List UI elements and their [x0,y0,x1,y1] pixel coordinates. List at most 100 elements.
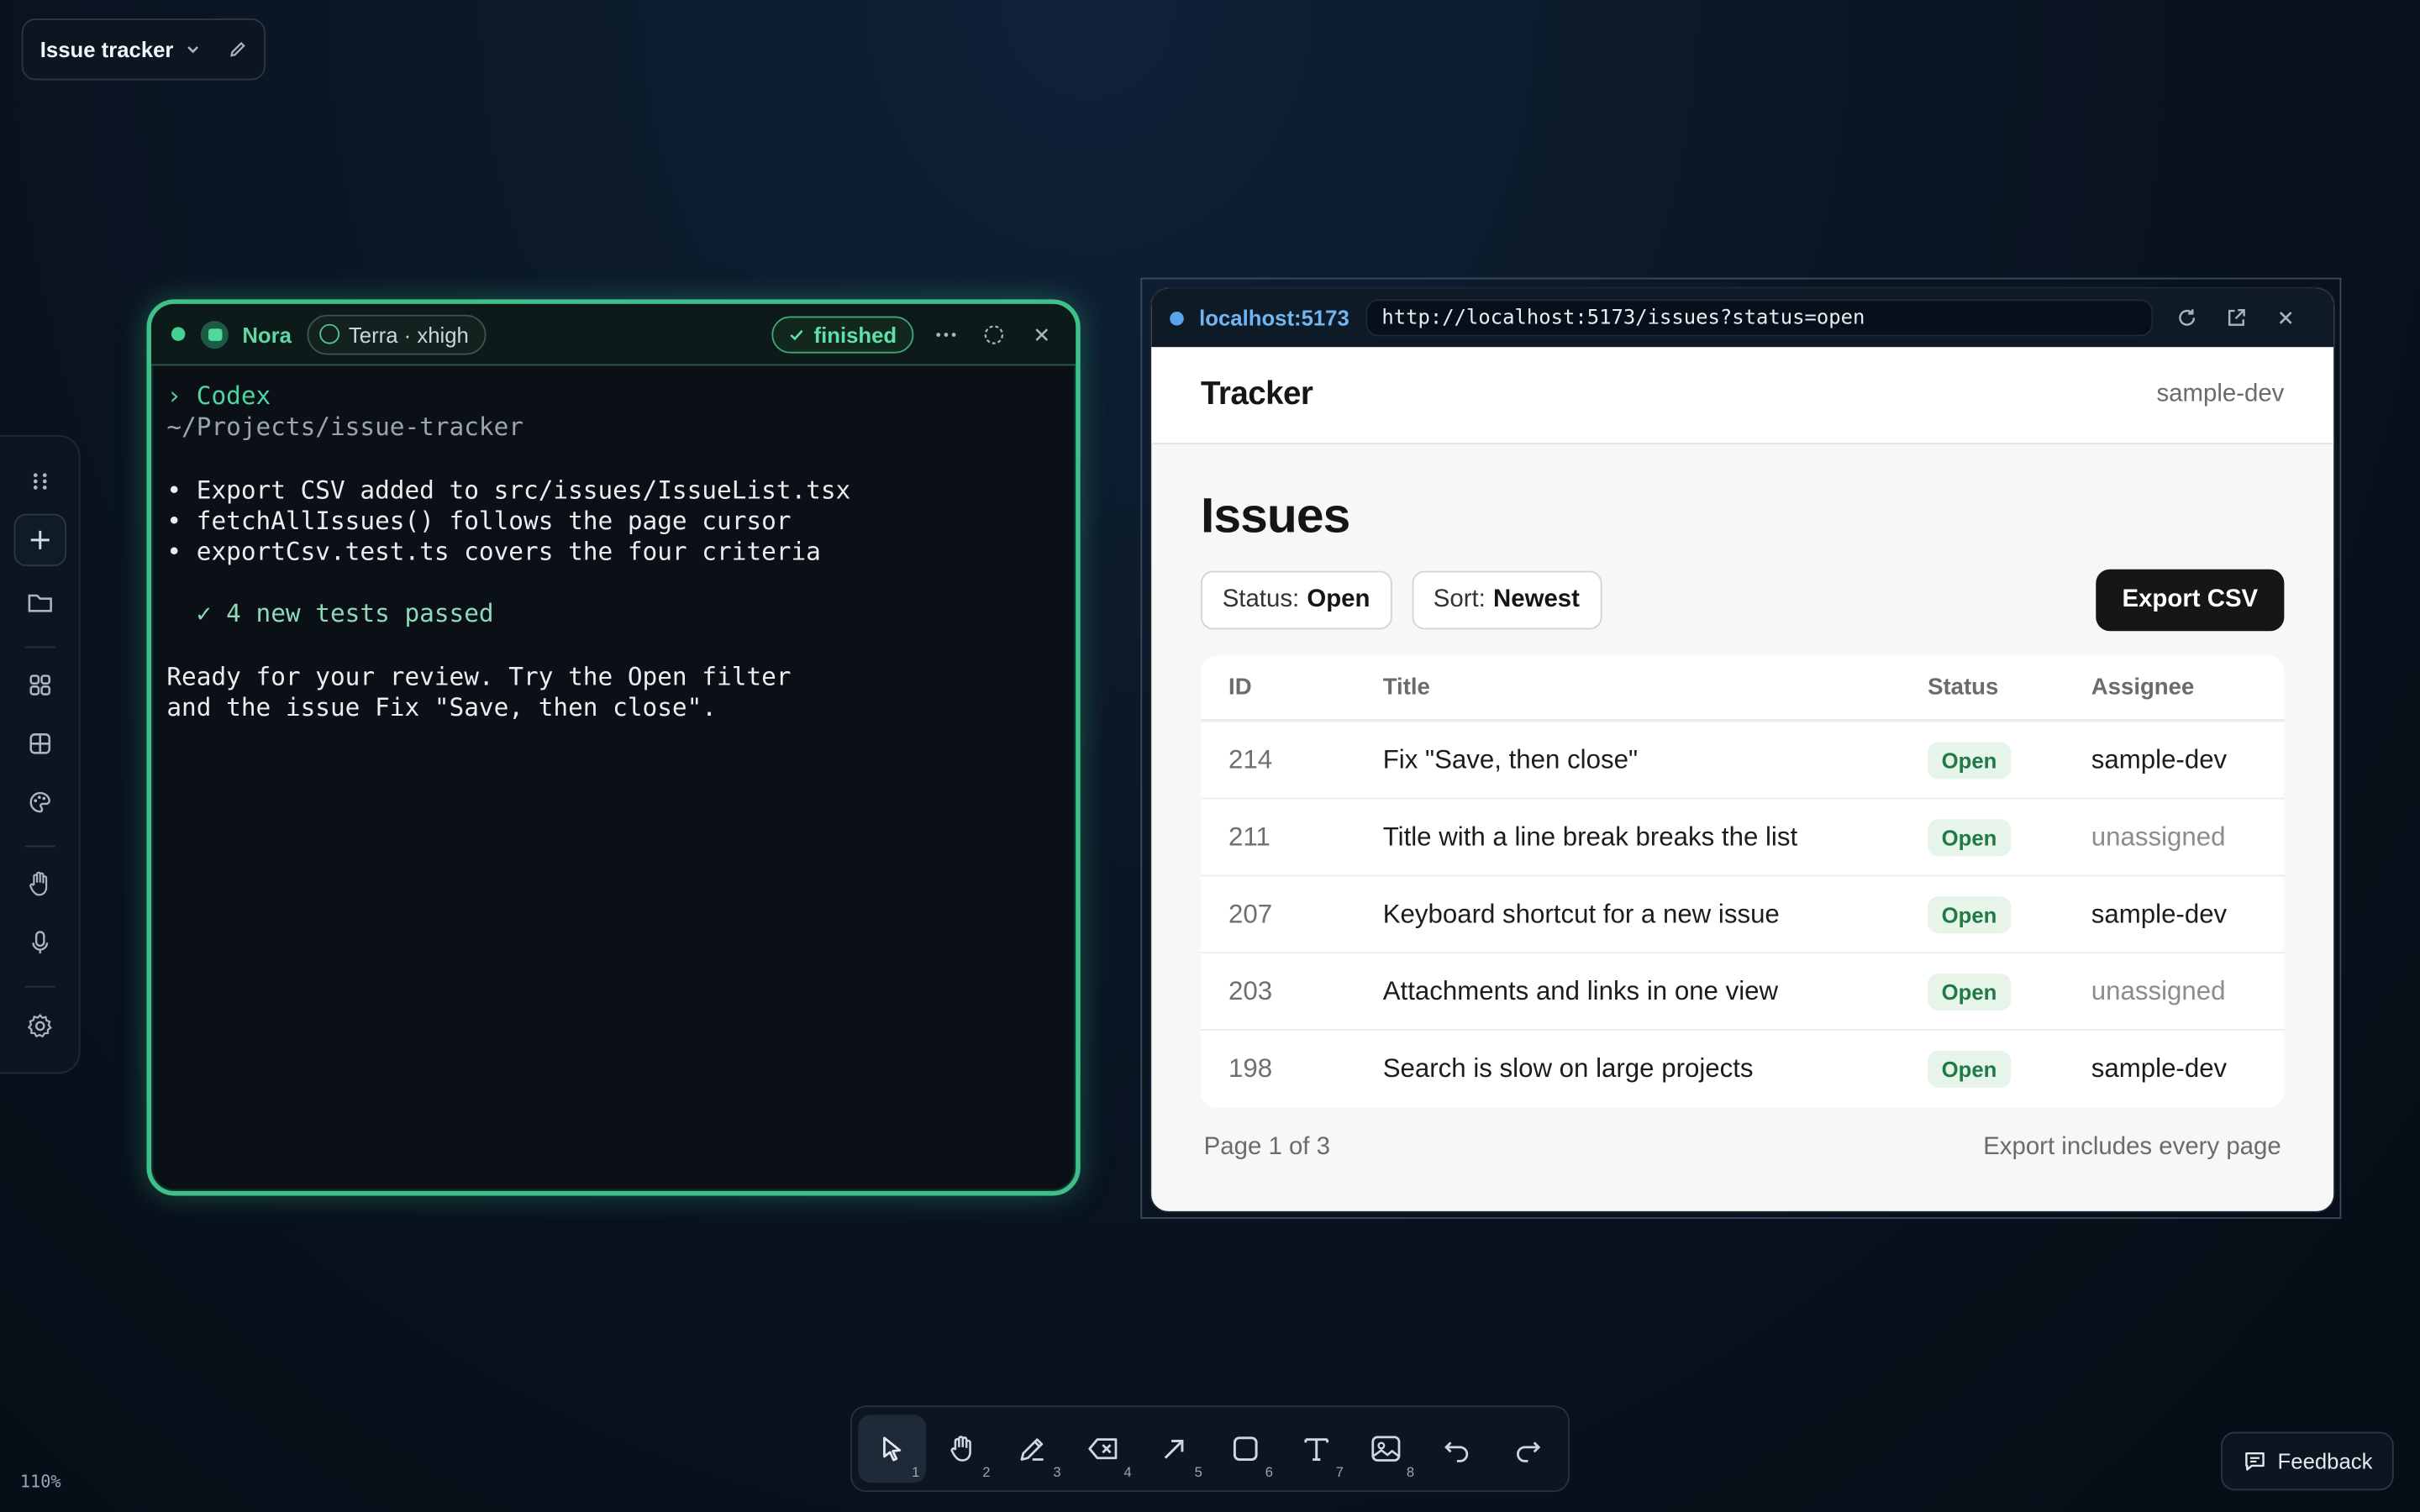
filter-bar: Status: Open Sort: Newest Export CSV [1200,569,2285,632]
issue-id: 198 [1228,1053,1273,1084]
shortcut-number: 6 [1265,1464,1273,1480]
table-row[interactable]: 207 Keyboard shortcut for a new issue Op… [1200,876,2285,954]
text-icon [1303,1438,1328,1462]
browser-status-dot [1170,311,1184,325]
shortcut-number: 5 [1194,1464,1202,1480]
terminal-output[interactable]: › Codex ~/Projects/issue-tracker • Export… [151,365,1076,739]
text-tool[interactable]: 7 [1282,1415,1349,1483]
chevron-down-icon[interactable] [186,42,201,57]
hand-icon[interactable] [14,858,66,910]
grid-icon[interactable] [14,717,66,769]
status-filter-value: Open [1307,585,1370,613]
folder-icon[interactable] [14,577,66,629]
feedback-button[interactable]: Feedback [2221,1431,2394,1491]
redo-button[interactable] [1494,1415,1561,1483]
table-row[interactable]: 211 Title with a line break breaks the l… [1200,799,2285,877]
terminal-titlebar[interactable]: Nora Terra · xhigh finished [150,303,1076,366]
rename-icon[interactable] [229,40,247,59]
workspace-selector[interactable]: Issue tracker [21,18,266,81]
more-icon[interactable] [931,318,962,349]
rectangle-icon [1233,1436,1258,1462]
column-header-title[interactable]: Title [1383,675,1928,701]
shortcut-number: 4 [1123,1464,1132,1480]
sort-filter-value: Newest [1493,585,1580,613]
hand-icon [950,1436,971,1462]
export-note: Export includes every page [1983,1133,2281,1161]
browser-host: localhost:5173 [1199,305,1349,331]
hand-tool[interactable]: 2 [929,1415,996,1483]
model-icon [319,323,339,344]
issue-title[interactable]: Title with a line break breaks the list [1383,822,1928,853]
draw-tool[interactable]: 3 [999,1415,1066,1483]
table-row[interactable]: 203 Attachments and links in one view Op… [1200,953,2285,1031]
undo-button[interactable] [1423,1415,1491,1483]
arrow-tool[interactable]: 5 [1141,1415,1208,1483]
drag-handle-icon[interactable] [14,455,66,507]
url-bar[interactable]: http://localhost:5173/issues?status=open [1365,299,2154,337]
current-user[interactable]: sample-dev [2156,381,2284,409]
chat-icon [2244,1452,2265,1471]
canvas-toolbar: 1 2 3 4 5 6 7 8 [850,1405,1570,1493]
issue-title[interactable]: Attachments and links in one view [1383,976,1928,1007]
shortcut-number: 8 [1406,1464,1415,1480]
feedback-label: Feedback [2277,1448,2373,1474]
sort-filter-label: Sort: [1433,585,1486,613]
open-external-icon[interactable] [2222,302,2253,333]
issue-title[interactable]: Fix "Save, then close" [1383,744,1928,775]
rectangle-tool[interactable]: 6 [1212,1415,1279,1483]
redo-icon [1517,1441,1541,1462]
focus-icon[interactable] [978,318,1009,349]
status-badge: Open [1928,973,2011,1011]
settings-icon[interactable] [14,1000,66,1052]
browser-window[interactable]: localhost:5173 http://localhost:5173/iss… [1150,286,2335,1213]
undo-icon [1444,1441,1469,1462]
zoom-level[interactable]: 110% [20,1472,61,1492]
eraser-tool[interactable]: 4 [1071,1415,1138,1483]
export-csv-button[interactable]: Export CSV [2096,569,2285,632]
reload-icon[interactable] [2172,302,2203,333]
pencil-icon [1021,1438,1044,1461]
table-row[interactable]: 214 Fix "Save, then close" Open sample-d… [1200,722,2285,800]
issues-table: ID Title Status Assignee 214 Fix "Save, … [1200,655,2285,1108]
app-brand[interactable]: Tracker [1201,376,1313,413]
issue-assignee: unassigned [2091,822,2226,851]
terminal-line: • Export CSV added to src/issues/IssueLi… [166,474,851,504]
app-header: Tracker sample-dev [1151,347,2334,444]
status-badge: Open [1928,895,2011,933]
status-filter[interactable]: Status: Open [1200,570,1392,630]
microphone-icon[interactable] [14,916,66,969]
browser-toolbar[interactable]: localhost:5173 http://localhost:5173/iss… [1151,288,2334,348]
image-tool[interactable]: 8 [1353,1415,1420,1483]
agent-avatar-icon [200,320,229,349]
column-header-id[interactable]: ID [1228,675,1383,701]
shortcut-number: 2 [982,1464,991,1480]
palette-icon[interactable] [14,776,66,828]
check-icon [791,329,804,340]
agent-name: Nora [242,321,292,347]
left-rail [0,434,81,1074]
close-icon[interactable] [2270,302,2302,333]
issue-title[interactable]: Keyboard shortcut for a new issue [1383,899,1928,930]
terminal-line: • exportCsv.test.ts covers the four crit… [166,537,821,567]
issue-id: 207 [1228,898,1273,928]
sort-filter[interactable]: Sort: Newest [1412,570,1602,630]
cursor-icon [882,1436,901,1462]
close-icon[interactable] [1026,318,1057,349]
terminal-line: and the issue Fix "Save, then close". [166,692,718,722]
status-filter-label: Status: [1222,585,1300,613]
model-selector[interactable]: Terra · xhigh [307,313,487,354]
terminal-line: Ready for your review. Try the Open filt… [166,661,792,691]
eraser-icon [1088,1438,1118,1460]
issue-title[interactable]: Search is slow on large projects [1383,1053,1928,1084]
table-footer: Page 1 of 3 Export includes every page [1201,1134,2284,1162]
column-header-assignee[interactable]: Assignee [2091,675,2285,701]
add-icon[interactable] [13,513,66,567]
select-tool[interactable]: 1 [858,1415,926,1483]
column-header-status[interactable]: Status [1928,675,2091,701]
status-badge: Open [1928,741,2011,779]
page-info: Page 1 of 3 [1203,1133,1330,1161]
agent-terminal-window[interactable]: Nora Terra · xhigh finished › Codex ~/Pro… [146,299,1081,1196]
apps-icon[interactable] [14,659,66,711]
table-row[interactable]: 198 Search is slow on large projects Ope… [1201,1031,2284,1108]
table-header: ID Title Status Assignee [1200,656,2285,722]
